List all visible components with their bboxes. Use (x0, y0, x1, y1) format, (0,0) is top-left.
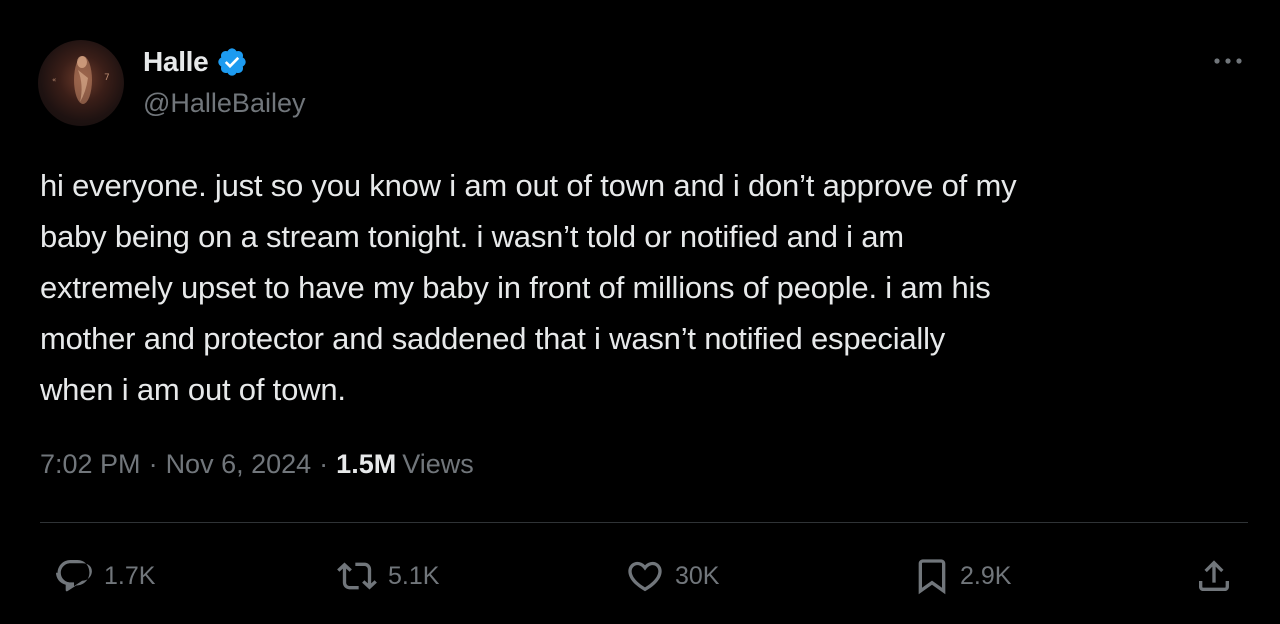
tweet-date[interactable]: Nov 6, 2024 (166, 449, 312, 480)
tweet-time[interactable]: 7:02 PM (40, 449, 141, 480)
author-handle[interactable]: @HalleBailey (143, 88, 305, 119)
tweet-card: « 7 Halle @HalleBailey hi everyone. just… (0, 0, 1280, 624)
reply-count: 1.7K (104, 561, 156, 590)
like-count: 30K (675, 561, 720, 590)
reply-icon (56, 560, 92, 592)
avatar-image: « 7 (52, 56, 110, 104)
verified-badge-icon (216, 46, 248, 78)
meta-separator: · (319, 449, 329, 479)
share-button[interactable] (1194, 556, 1234, 596)
like-button[interactable]: 30K (623, 556, 719, 596)
views-count: 1.5M (336, 449, 397, 479)
retweet-icon (337, 562, 377, 590)
avatar[interactable]: « 7 (38, 40, 124, 126)
bookmark-icon (918, 559, 946, 595)
bookmark-button[interactable]: 2.9K (912, 556, 1011, 596)
author-display-name[interactable]: Halle (143, 46, 209, 78)
meta-separator: · (148, 449, 158, 479)
tweet-text: hi everyone. just so you know i am out o… (40, 168, 1017, 407)
retweet-count: 5.1K (388, 561, 440, 590)
more-options-icon[interactable] (1208, 46, 1248, 76)
svg-text:«: « (52, 76, 56, 84)
svg-text:7: 7 (104, 73, 110, 83)
views-label: Views (402, 449, 474, 479)
heart-icon (628, 561, 662, 592)
tweet-meta: 7:02 PM · Nov 6, 2024 · 1.5M Views (40, 449, 474, 480)
divider (40, 522, 1248, 523)
bookmark-count: 2.9K (960, 561, 1012, 590)
author-name-row: Halle (143, 44, 248, 80)
retweet-button[interactable]: 5.1K (334, 556, 439, 596)
reply-button[interactable]: 1.7K (52, 556, 155, 596)
share-icon (1199, 560, 1229, 591)
